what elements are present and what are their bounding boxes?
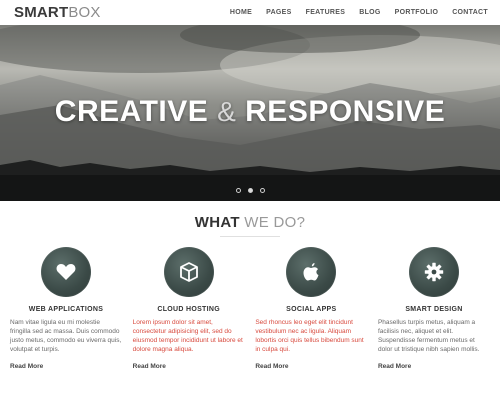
feature-text: Nam vitae ligula eu mi molestie fringill… bbox=[10, 319, 122, 353]
logo-bold: SMART bbox=[14, 4, 69, 21]
nav-portfolio[interactable]: PORTFOLIO bbox=[395, 9, 439, 16]
hero-title: CREATIVE & RESPONSIVE bbox=[0, 95, 500, 129]
nav-blog[interactable]: BLOG bbox=[359, 9, 380, 16]
logo-light: BOX bbox=[68, 4, 101, 21]
read-more-link[interactable]: Read More bbox=[10, 363, 122, 370]
feature-text: Lorem ipsum dolor sit amet, consectetur … bbox=[132, 319, 243, 353]
feature-icon-circle bbox=[408, 247, 459, 297]
feature-title: SMART DESIGN bbox=[405, 306, 463, 313]
feature-text: Phasellus turpis metus, aliquam a facili… bbox=[377, 319, 480, 353]
section-title-bold: WHAT bbox=[194, 214, 240, 231]
hero-title-amp: & bbox=[217, 96, 237, 127]
feature-cloud-hosting: CLOUD HOSTING Lorem ipsum dolor sit amet… bbox=[133, 247, 245, 370]
feature-title: WEB APPLICATIONS bbox=[28, 306, 104, 313]
hero-slider[interactable]: CREATIVE & RESPONSIVE bbox=[0, 25, 500, 201]
logo[interactable]: SMARTBOX bbox=[14, 4, 101, 21]
read-more-link[interactable]: Read More bbox=[255, 363, 367, 370]
heart-icon bbox=[56, 264, 76, 280]
section-title: WHAT WE DO? bbox=[0, 214, 500, 231]
section-divider bbox=[220, 236, 280, 237]
hero-title-right: RESPONSIVE bbox=[245, 95, 446, 128]
feature-icon-circle bbox=[163, 247, 214, 297]
nav-features[interactable]: FEATURES bbox=[306, 9, 346, 16]
slider-dot-1[interactable] bbox=[235, 188, 241, 193]
section-title-light: WE DO? bbox=[244, 214, 306, 231]
nav-pages[interactable]: PAGES bbox=[266, 9, 292, 16]
read-more-link[interactable]: Read More bbox=[133, 363, 245, 370]
read-more-link[interactable]: Read More bbox=[378, 363, 490, 370]
cube-icon bbox=[179, 262, 198, 282]
feature-social-apps: SOCIAL APPS Sed rhoncus leo eget elit ti… bbox=[255, 247, 367, 370]
top-bar: SMARTBOX HOME PAGES FEATURES BLOG PORTFO… bbox=[0, 0, 500, 25]
apple-icon bbox=[303, 263, 319, 281]
feature-title: CLOUD HOSTING bbox=[157, 306, 220, 313]
hero-title-left: CREATIVE bbox=[54, 95, 209, 128]
nav-home[interactable]: HOME bbox=[230, 9, 252, 16]
slider-dots bbox=[0, 188, 500, 193]
feature-web-applications: WEB APPLICATIONS Nam vitae ligula eu mi … bbox=[10, 247, 122, 370]
feature-text: Sed rhoncus leo eget elit tincidunt vest… bbox=[255, 319, 364, 353]
features-row: WEB APPLICATIONS Nam vitae ligula eu mi … bbox=[0, 247, 500, 370]
gear-icon bbox=[424, 262, 444, 282]
nav-contact[interactable]: CONTACT bbox=[452, 9, 488, 16]
feature-icon-circle bbox=[286, 247, 337, 297]
slider-dot-2[interactable] bbox=[247, 188, 253, 193]
feature-icon-circle bbox=[41, 247, 91, 297]
main-nav: HOME PAGES FEATURES BLOG PORTFOLIO CONTA… bbox=[230, 9, 488, 16]
feature-title: SOCIAL APPS bbox=[286, 306, 337, 313]
slider-dot-3[interactable] bbox=[259, 188, 265, 193]
feature-smart-design: SMART DESIGN Phasellus turpis metus, ali… bbox=[378, 247, 490, 370]
